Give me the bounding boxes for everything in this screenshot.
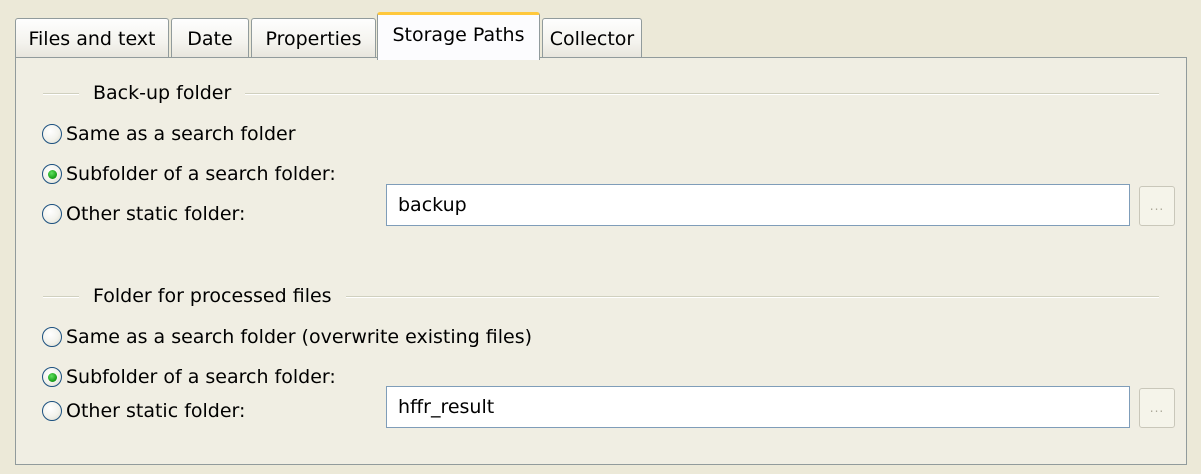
backup-folder-group-header: Back-up folder bbox=[43, 81, 1159, 105]
radio-label: Subfolder of a search folder: bbox=[66, 163, 336, 185]
processed-browse-button[interactable]: ... bbox=[1139, 388, 1175, 428]
processed-other-static-radio[interactable]: Other static folder: bbox=[42, 398, 245, 424]
radio-label: Other static folder: bbox=[66, 203, 246, 225]
radio-label: Subfolder of a search folder: bbox=[66, 366, 336, 388]
radio-button-icon bbox=[42, 401, 62, 421]
processed-subfolder-radio[interactable]: Subfolder of a search folder: bbox=[42, 364, 336, 390]
backup-browse-button[interactable]: ... bbox=[1139, 186, 1175, 226]
radio-button-selected-icon bbox=[42, 367, 62, 387]
backup-subfolder-radio[interactable]: Subfolder of a search folder: bbox=[42, 161, 336, 187]
tab-storage-paths[interactable]: Storage Paths bbox=[377, 12, 540, 60]
processed-folder-group-header: Folder for processed files bbox=[43, 284, 1159, 308]
backup-other-static-radio[interactable]: Other static folder: bbox=[42, 201, 245, 227]
tab-date[interactable]: Date bbox=[171, 18, 249, 58]
radio-button-icon bbox=[42, 124, 62, 144]
backup-folder-title: Back-up folder bbox=[79, 81, 246, 105]
radio-dot-icon bbox=[47, 372, 57, 382]
tab-label: Collector bbox=[549, 27, 635, 50]
processed-folder-input[interactable]: hffr_result bbox=[386, 386, 1130, 428]
radio-button-selected-icon bbox=[42, 164, 62, 184]
radio-button-icon bbox=[42, 204, 62, 224]
processed-folder-title: Folder for processed files bbox=[79, 284, 346, 308]
tab-strip: Files and text Date Properties Storage P… bbox=[0, 0, 1201, 60]
radio-dot-icon bbox=[47, 169, 57, 179]
tab-label: Storage Paths bbox=[392, 23, 525, 46]
radio-button-icon bbox=[42, 327, 62, 347]
backup-folder-input[interactable]: backup bbox=[386, 184, 1130, 226]
tab-files-and-text[interactable]: Files and text bbox=[15, 18, 169, 58]
processed-same-as-search-radio[interactable]: Same as a search folder (overwrite exist… bbox=[42, 324, 532, 350]
tab-label: Files and text bbox=[28, 27, 156, 50]
tab-properties[interactable]: Properties bbox=[251, 18, 376, 58]
radio-label: Same as a search folder bbox=[66, 123, 296, 145]
tab-collector[interactable]: Collector bbox=[542, 18, 642, 58]
storage-paths-panel: Back-up folder Same as a search folder S… bbox=[15, 57, 1187, 465]
tab-label: Date bbox=[187, 27, 233, 50]
backup-same-as-search-radio[interactable]: Same as a search folder bbox=[42, 121, 296, 147]
radio-label: Same as a search folder (overwrite exist… bbox=[66, 326, 533, 348]
radio-label: Other static folder: bbox=[66, 400, 246, 422]
tab-label: Properties bbox=[265, 27, 362, 50]
